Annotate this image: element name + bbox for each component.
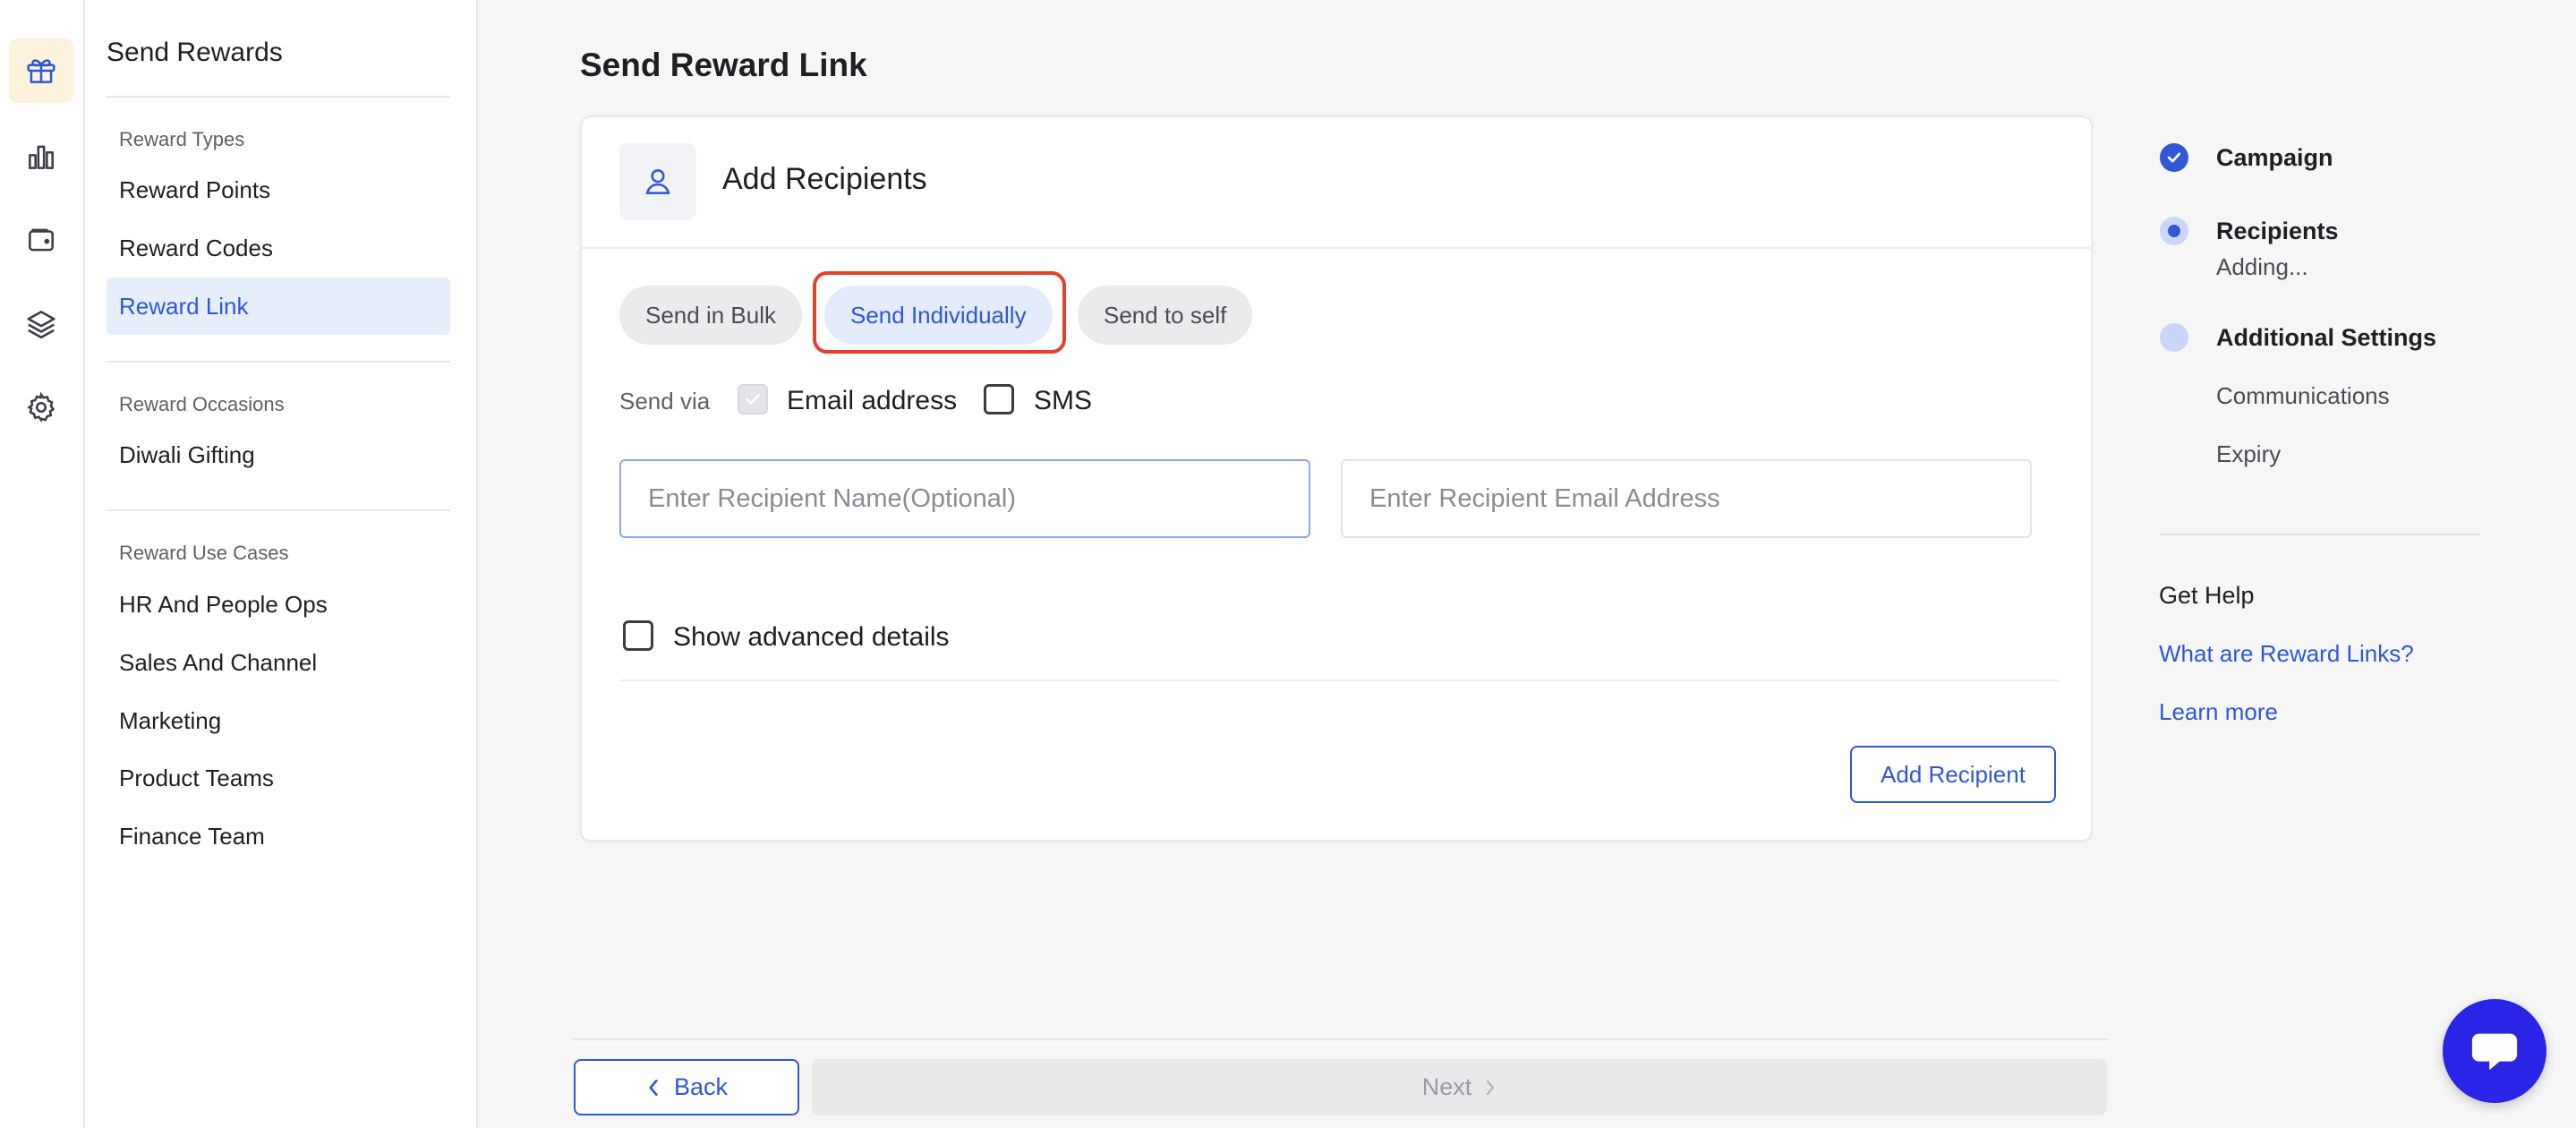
footer-divider <box>573 1038 2109 1040</box>
back-button-label: Back <box>673 1073 729 1100</box>
divider <box>619 679 2059 681</box>
recipient-email-input[interactable] <box>1341 459 2032 538</box>
sms-option-label: SMS <box>1034 386 1093 415</box>
card-title: Add Recipients <box>722 162 927 196</box>
section-heading-reward-occasions: Reward Occasions <box>119 393 285 415</box>
step-additional-settings-icon <box>2160 323 2188 352</box>
next-button[interactable]: Next <box>812 1059 2107 1115</box>
email-checkbox <box>738 384 768 414</box>
tab-send-in-bulk[interactable]: Send in Bulk <box>619 286 802 345</box>
add-recipient-button[interactable]: Add Recipient <box>1850 746 2056 803</box>
layers-icon[interactable] <box>9 291 73 355</box>
email-option-label: Email address <box>787 386 958 415</box>
sidebar-item-sales-and-channel[interactable]: Sales And Channel <box>107 634 450 691</box>
check-icon <box>746 394 760 405</box>
tab-send-to-self[interactable]: Send to self <box>1078 286 1253 345</box>
chevron-right-icon <box>1487 1080 1495 1095</box>
step-campaign-done-icon <box>2160 143 2188 172</box>
divider <box>107 509 450 511</box>
icon-rail <box>0 0 85 1128</box>
card-header: Add Recipients <box>582 117 2091 249</box>
step-recipients-label[interactable]: Recipients <box>2216 218 2339 245</box>
sidebar-item-reward-link[interactable]: Reward Link <box>107 278 450 335</box>
step-communications[interactable]: Communications <box>2216 382 2390 410</box>
sidebar-title: Send Rewards <box>107 38 283 67</box>
help-title: Get Help <box>2159 582 2255 609</box>
advanced-details-label: Show advanced details <box>673 622 950 652</box>
sidebar-item-finance-team[interactable]: Finance Team <box>107 808 450 865</box>
recipient-name-input[interactable] <box>619 459 1310 538</box>
sms-checkbox[interactable] <box>984 384 1014 414</box>
chevron-left-icon <box>649 1079 658 1096</box>
divider <box>2159 534 2481 535</box>
sidebar-item-hr-and-people-ops[interactable]: HR And People Ops <box>107 576 450 633</box>
user-icon <box>619 143 696 220</box>
send-via-label: Send via <box>619 388 711 414</box>
step-additional-settings-label[interactable]: Additional Settings <box>2216 324 2436 352</box>
page-title: Send Reward Link <box>580 47 867 83</box>
sidebar-item-product-teams[interactable]: Product Teams <box>107 749 450 807</box>
section-heading-reward-types: Reward Types <box>119 128 245 150</box>
next-button-label: Next <box>1421 1073 1472 1100</box>
bar-chart-icon[interactable] <box>9 124 73 189</box>
step-recipients-status: Adding... <box>2216 253 2308 280</box>
divider <box>107 96 450 98</box>
sidebar-item-diwali-gifting[interactable]: Diwali Gifting <box>107 426 450 483</box>
divider <box>107 361 450 363</box>
chat-icon <box>2471 1033 2518 1071</box>
sidebar-item-marketing[interactable]: Marketing <box>107 692 450 749</box>
sidebar: Send Rewards Reward Types Reward Points … <box>85 0 478 1128</box>
reward-links-help-link[interactable]: What are Reward Links? <box>2159 640 2414 668</box>
chat-button[interactable] <box>2443 999 2546 1103</box>
gift-icon[interactable] <box>9 38 73 103</box>
step-recipients-current-icon <box>2160 217 2188 245</box>
section-heading-reward-use-cases: Reward Use Cases <box>119 542 289 564</box>
step-expiry[interactable]: Expiry <box>2216 440 2281 468</box>
tab-send-individually[interactable]: Send Individually <box>824 286 1053 345</box>
sidebar-item-reward-codes[interactable]: Reward Codes <box>107 219 450 277</box>
settings-icon[interactable] <box>9 375 73 440</box>
check-icon <box>2167 152 2181 163</box>
advanced-details-checkbox[interactable] <box>623 620 653 651</box>
learn-more-link[interactable]: Learn more <box>2159 698 2278 726</box>
back-button[interactable]: Back <box>574 1059 799 1115</box>
add-recipients-card: Add Recipients Send in Bulk Send Individ… <box>580 115 2093 842</box>
step-campaign-label[interactable]: Campaign <box>2216 144 2333 172</box>
sidebar-item-reward-points[interactable]: Reward Points <box>107 161 450 218</box>
wallet-icon[interactable] <box>9 208 73 272</box>
